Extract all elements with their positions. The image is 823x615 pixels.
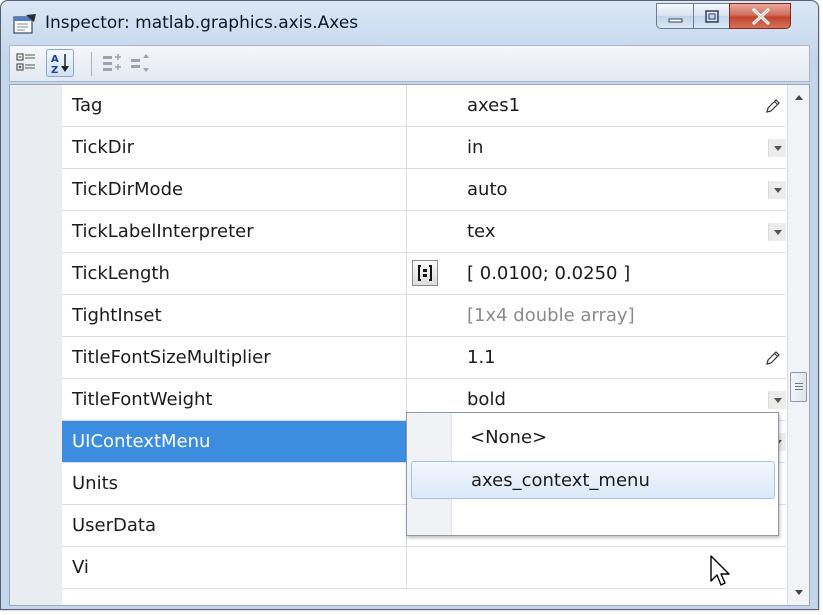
svg-text:A: A bbox=[51, 54, 59, 65]
vertical-scrollbar[interactable] bbox=[787, 85, 809, 605]
property-row-ticklength[interactable]: TickLength [ 0.0100; 0.0250 ] bbox=[62, 253, 786, 295]
dropdown-arrow-icon[interactable] bbox=[768, 391, 786, 409]
property-value-cell[interactable]: tex bbox=[407, 211, 786, 253]
property-name-cell[interactable]: TightInset bbox=[62, 295, 407, 337]
property-value-cell: [1x4 double array] bbox=[407, 295, 786, 337]
inspector-window: Inspector: matlab.graphics.axis.Axes A Z… bbox=[0, 0, 819, 610]
dropdown-option-label: axes_context_menu bbox=[471, 470, 650, 491]
property-value-cell[interactable]: auto bbox=[407, 169, 786, 211]
property-value: axes1 bbox=[467, 95, 521, 116]
array-editor-button[interactable] bbox=[412, 260, 438, 286]
property-value-cell[interactable]: axes1 bbox=[407, 85, 786, 127]
property-name: TitleFontSizeMultiplier bbox=[72, 347, 271, 368]
category-view-icon bbox=[16, 53, 35, 71]
property-name-cell[interactable]: UserData bbox=[62, 505, 407, 547]
property-name: TickDirMode bbox=[72, 179, 184, 200]
minimize-icon bbox=[668, 18, 683, 23]
property-row-ticklabelinterpreter[interactable]: TickLabelInterpreter tex bbox=[62, 211, 786, 253]
collapse-all-button[interactable] bbox=[126, 49, 154, 77]
property-name-cell[interactable]: TitleFontSizeMultiplier bbox=[62, 337, 407, 379]
property-name-cell[interactable]: UIContextMenu bbox=[62, 421, 407, 463]
maximize-icon bbox=[705, 10, 719, 23]
property-row-tag[interactable]: Tag axes1 bbox=[62, 85, 786, 127]
property-name-cell[interactable]: TitleFontWeight bbox=[62, 379, 407, 421]
property-name: UserData bbox=[72, 515, 157, 536]
property-row-tickdir[interactable]: TickDir in bbox=[62, 127, 786, 169]
inspector-app-icon bbox=[13, 14, 36, 34]
property-row-titlefontsizemultiplier[interactable]: TitleFontSizeMultiplier 1.1 bbox=[62, 337, 786, 379]
property-name: Units bbox=[72, 473, 119, 494]
scroll-down-arrow-icon[interactable] bbox=[788, 581, 809, 603]
property-value: auto bbox=[467, 179, 508, 200]
property-name-cell[interactable]: Vi bbox=[62, 547, 407, 589]
dropdown-popup: <None> axes_context_menu bbox=[406, 412, 779, 536]
dropdown-arrow-icon[interactable] bbox=[768, 139, 786, 157]
property-name-cell[interactable]: TickDir bbox=[62, 127, 407, 169]
property-row-tightinset[interactable]: TightInset [1x4 double array] bbox=[62, 295, 786, 337]
property-name: TickLabelInterpreter bbox=[72, 221, 254, 242]
property-value: [ 0.0100; 0.0250 ] bbox=[467, 263, 631, 284]
window-title: Inspector: matlab.graphics.axis.Axes bbox=[45, 13, 359, 33]
property-name-cell[interactable]: Units bbox=[62, 463, 407, 505]
property-row-tickdirmode[interactable]: TickDirMode auto bbox=[62, 169, 786, 211]
mouse-cursor-icon bbox=[710, 555, 730, 586]
toolbar-separator bbox=[91, 52, 92, 76]
sort-alphabetical-button[interactable]: A Z bbox=[46, 49, 74, 77]
dropdown-option-highlighted[interactable]: axes_context_menu bbox=[411, 461, 775, 499]
property-value: in bbox=[467, 137, 484, 158]
property-value: 1.1 bbox=[467, 347, 496, 368]
categorize-button[interactable] bbox=[12, 49, 40, 77]
pencil-icon[interactable] bbox=[764, 97, 782, 115]
pencil-icon[interactable] bbox=[764, 349, 782, 367]
property-value-cell[interactable]: [ 0.0100; 0.0250 ] bbox=[407, 253, 786, 295]
dropdown-arrow-icon[interactable] bbox=[768, 181, 786, 199]
property-row-partial[interactable]: Vi bbox=[62, 547, 786, 589]
property-name-cell[interactable]: TickLabelInterpreter bbox=[62, 211, 407, 253]
property-value: [1x4 double array] bbox=[467, 305, 635, 326]
expand-all-button[interactable] bbox=[98, 49, 126, 77]
maximize-button[interactable] bbox=[693, 3, 730, 29]
dropdown-option-label: <None> bbox=[470, 427, 548, 448]
toolbar: A Z bbox=[9, 45, 810, 82]
scroll-up-arrow-icon[interactable] bbox=[788, 87, 809, 109]
expand-all-icon bbox=[103, 54, 121, 71]
array-icon bbox=[418, 265, 432, 281]
close-icon bbox=[752, 8, 770, 25]
property-name-cell[interactable]: TickLength bbox=[62, 253, 407, 295]
dropdown-option[interactable]: <None> bbox=[411, 419, 775, 457]
property-name: UIContextMenu bbox=[72, 431, 211, 452]
dropdown-arrow-icon[interactable] bbox=[768, 223, 786, 241]
property-name-cell[interactable]: Tag bbox=[62, 85, 407, 127]
property-value-cell[interactable]: in bbox=[407, 127, 786, 169]
collapse-all-icon bbox=[131, 54, 149, 72]
property-name: TightInset bbox=[72, 305, 162, 326]
scroll-thumb[interactable] bbox=[790, 372, 807, 402]
property-name: TickLength bbox=[72, 263, 170, 284]
property-name-cell[interactable]: TickDirMode bbox=[62, 169, 407, 211]
property-name: TickDir bbox=[72, 137, 135, 158]
svg-text:Z: Z bbox=[51, 65, 58, 76]
property-value-cell[interactable]: 1.1 bbox=[407, 337, 786, 379]
close-button[interactable] bbox=[729, 3, 791, 29]
minimize-button[interactable] bbox=[656, 3, 694, 29]
property-name: TitleFontWeight bbox=[72, 389, 213, 410]
title-bar[interactable]: Inspector: matlab.graphics.axis.Axes bbox=[1, 1, 818, 43]
sort-az-icon: A Z bbox=[51, 54, 69, 76]
property-value: tex bbox=[467, 221, 496, 242]
grid-gutter bbox=[10, 85, 62, 605]
property-name: Tag bbox=[72, 95, 103, 116]
property-name: Vi bbox=[72, 557, 89, 578]
